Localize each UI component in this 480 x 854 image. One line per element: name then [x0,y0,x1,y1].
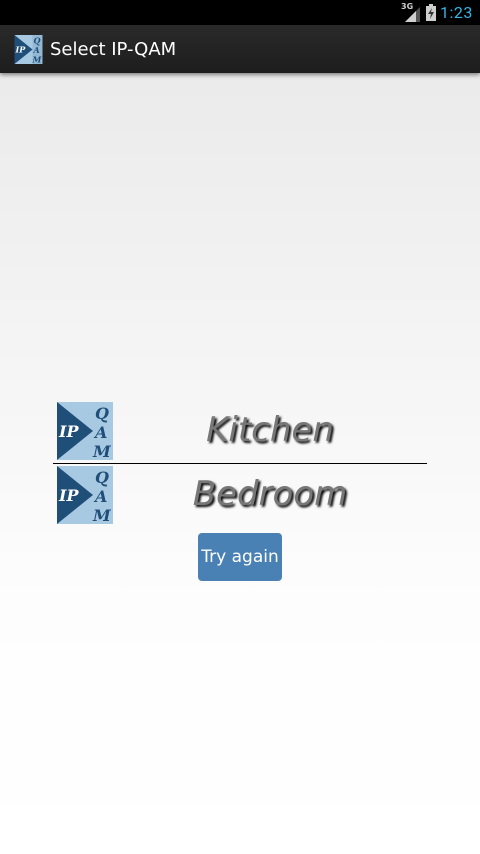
logo-m-text: M [92,442,112,460]
logo-a-text: A [93,423,107,442]
ip-qam-logo-icon: IP Q A M [57,402,113,460]
list-divider [53,463,427,464]
status-bar: 3G 1:23 [0,0,480,25]
logo-m-text: M [32,55,43,65]
ip-qam-logo-icon: IP Q A M [57,466,113,524]
action-bar: IP Q A M Select IP-QAM [0,25,480,73]
page-title: Select IP-QAM [50,39,177,60]
logo-ip-text: IP [58,422,79,441]
status-clock: 1:23 [440,3,473,22]
logo-m-text: M [92,506,112,524]
logo-q-text: Q [95,468,109,487]
device-name-label: Kitchen [206,410,334,450]
battery-charging-icon [426,4,436,21]
try-again-button[interactable]: Try again [198,533,282,581]
logo-ip-text: IP [58,486,79,505]
device-item-kitchen[interactable]: IP Q A M Kitchen [53,402,427,462]
ip-qam-logo-icon[interactable]: IP Q A M [14,35,43,64]
logo-ip-text: IP [15,45,27,55]
signal-strength-icon [405,7,420,22]
device-name-label: Bedroom [192,474,348,514]
logo-q-text: Q [95,404,109,423]
logo-a-text: A [33,45,40,55]
logo-a-text: A [93,487,107,506]
logo-q-text: Q [34,36,41,46]
device-item-bedroom[interactable]: IP Q A M Bedroom [53,466,427,526]
